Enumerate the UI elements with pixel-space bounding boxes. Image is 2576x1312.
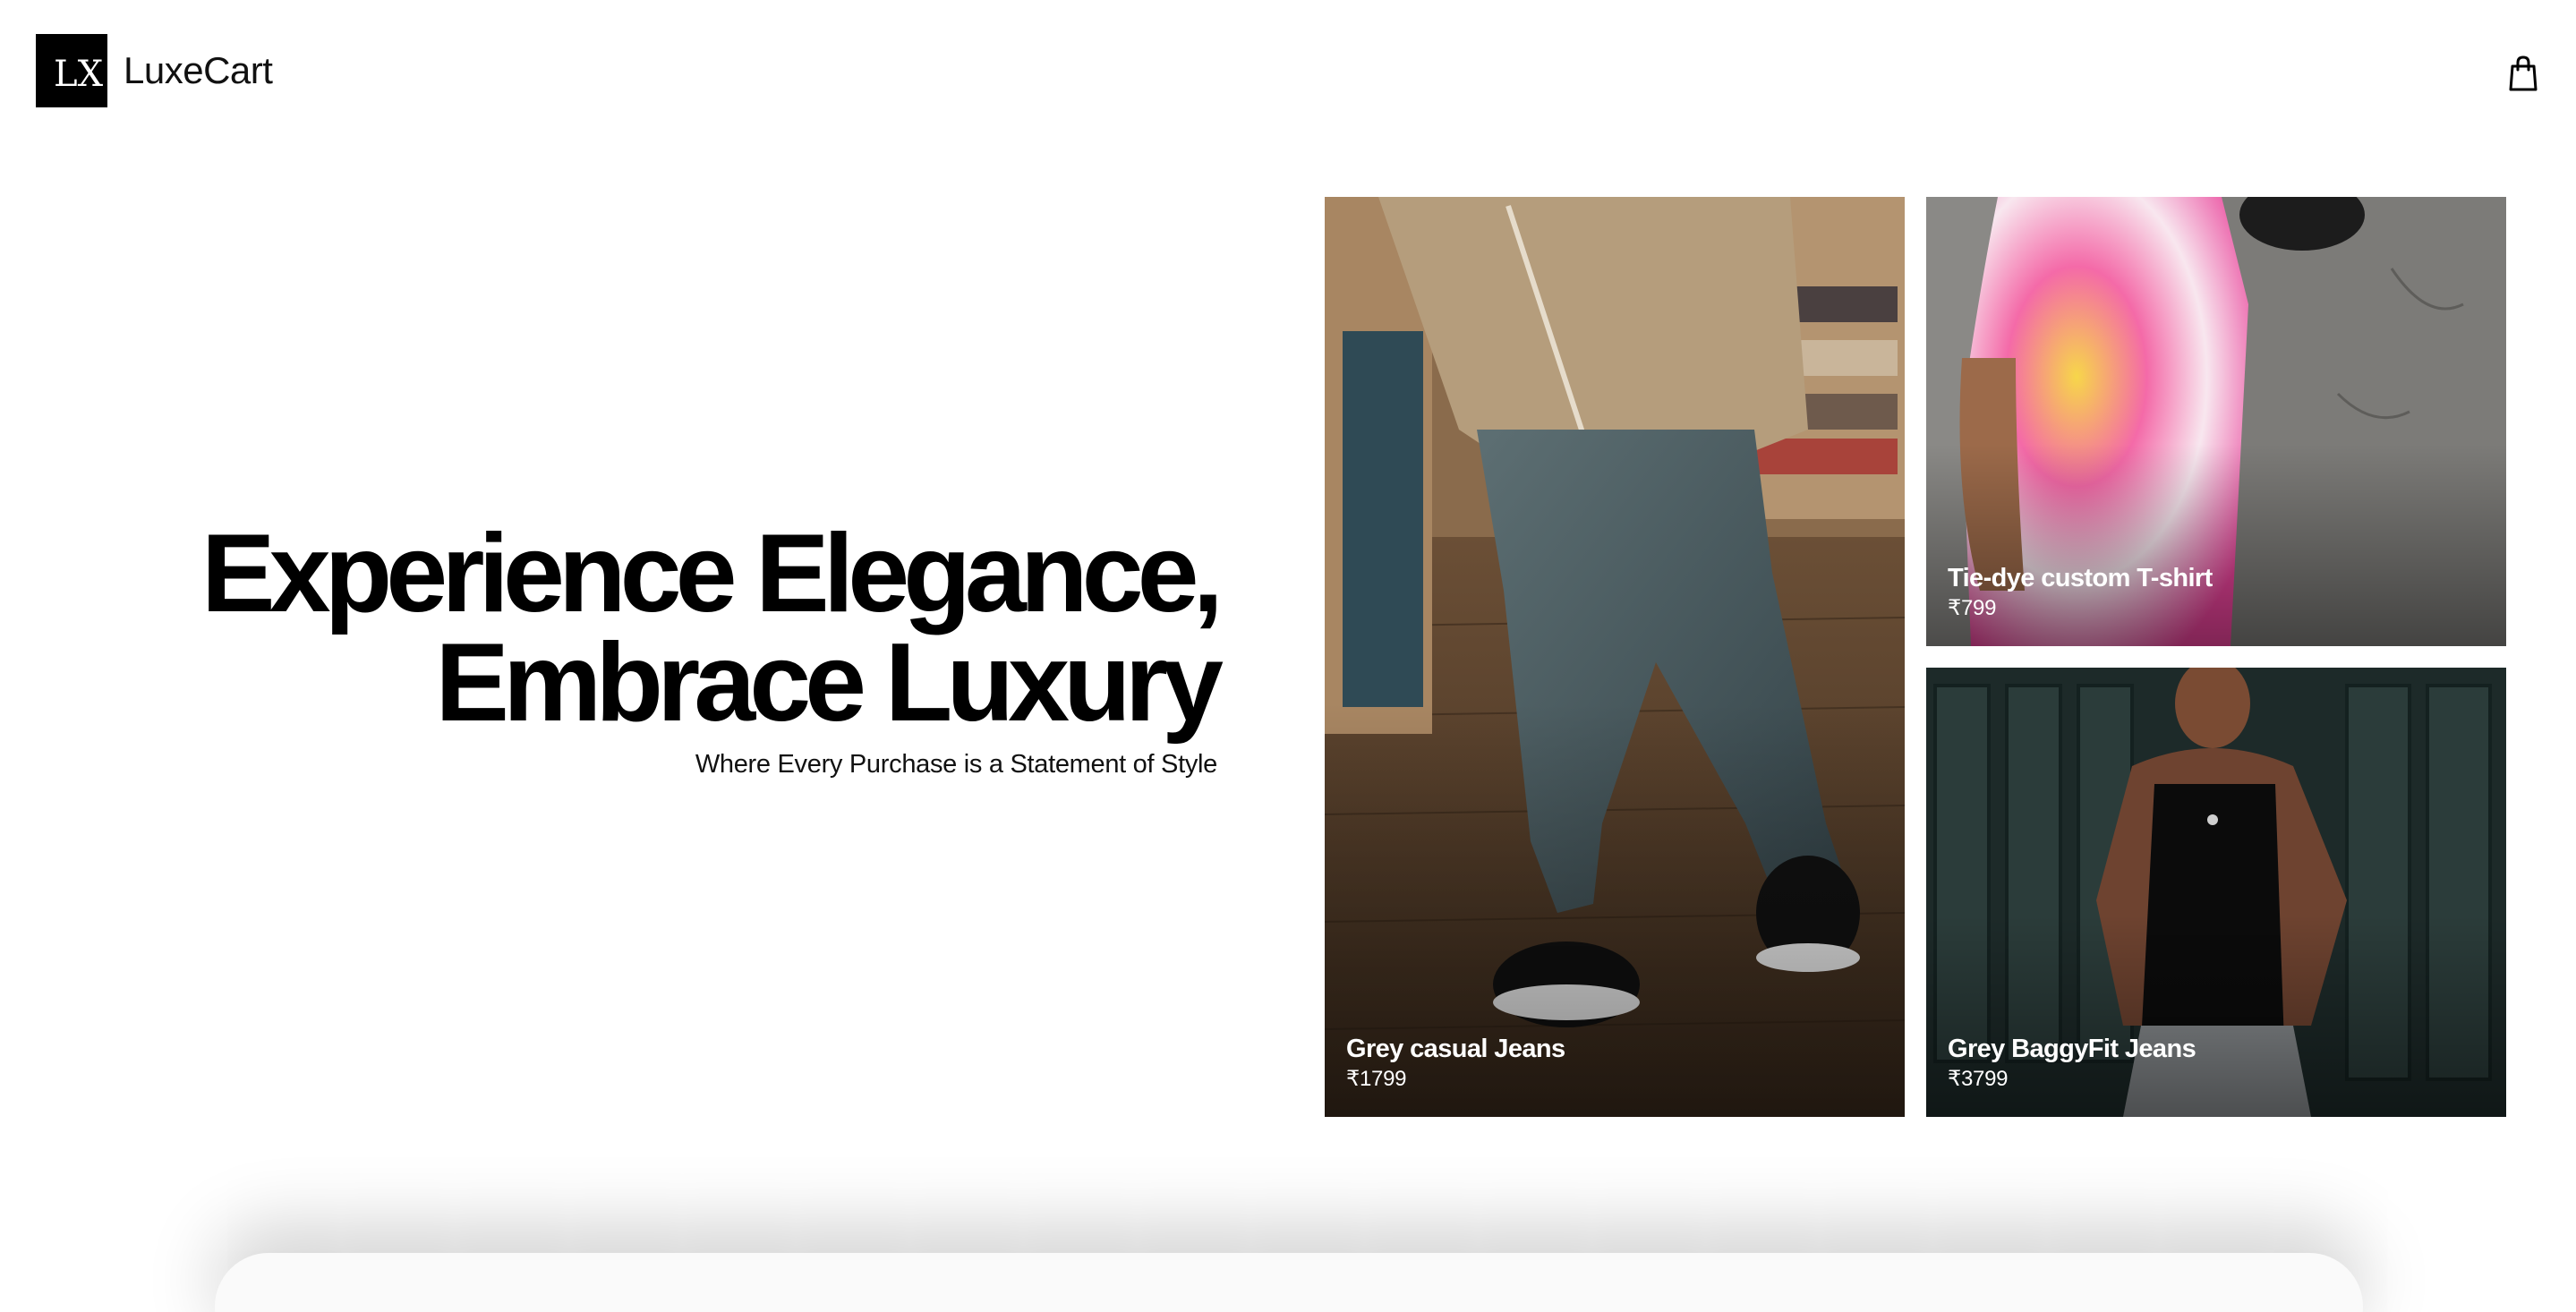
product-card-tie-dye-tshirt[interactable]: Tie-dye custom T-shirt ₹799 [1926, 197, 2506, 646]
hero-title-line1: Experience Elegance, [200, 512, 1224, 635]
product-name: Grey casual Jeans [1346, 1035, 1565, 1063]
product-info: Grey BaggyFit Jeans ₹3799 [1948, 1033, 2196, 1094]
product-price: ₹799 [1948, 596, 1997, 620]
brand-name: LuxeCart [124, 49, 273, 91]
product-card-grey-casual-jeans[interactable]: Grey casual Jeans ₹1799 [1325, 197, 1905, 1117]
product-price: ₹3799 [1948, 1067, 2009, 1091]
product-price: ₹1799 [1346, 1067, 1407, 1091]
hero-subtitle: Where Every Purchase is a Statement of S… [695, 750, 1217, 779]
product-name: Tie-dye custom T-shirt [1948, 564, 2213, 592]
brand-link[interactable]: LX LuxeCart [36, 34, 273, 107]
product-card-grey-baggyfit-jeans[interactable]: Grey BaggyFit Jeans ₹3799 [1926, 668, 2506, 1117]
bottom-section-edge [215, 1253, 2363, 1312]
logo-icon: LX [36, 34, 107, 107]
svg-text:LX: LX [54, 54, 104, 95]
header: LX LuxeCart [0, 0, 2576, 143]
hero-title-line2: Embrace Luxury [435, 621, 1224, 745]
page: LX LuxeCart Experience Elegance, Embrace… [0, 0, 2576, 1312]
product-info: Tie-dye custom T-shirt ₹799 [1948, 562, 2213, 623]
product-info: Grey casual Jeans ₹1799 [1346, 1033, 1565, 1094]
hero: Experience Elegance, Embrace Luxury Wher… [72, 512, 1224, 780]
product-name: Grey BaggyFit Jeans [1948, 1035, 2196, 1063]
shopping-bag-icon[interactable] [2503, 54, 2543, 93]
